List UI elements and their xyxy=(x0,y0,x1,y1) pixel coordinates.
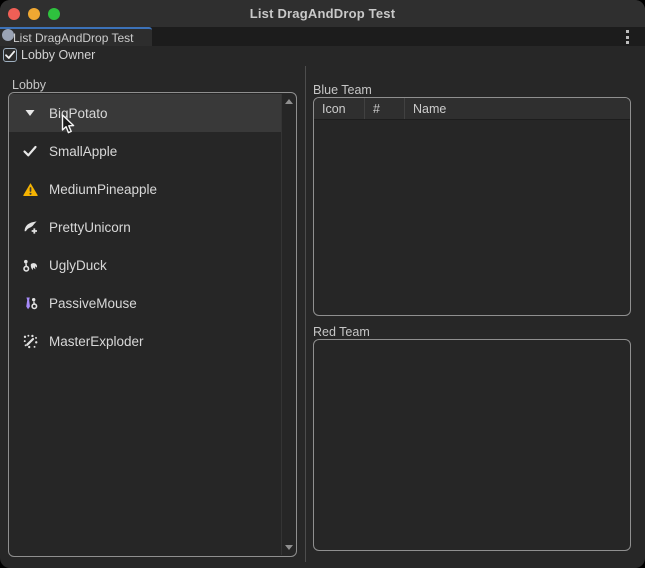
checkbox-checked-icon[interactable] xyxy=(3,48,17,62)
blue-team-label: Blue Team xyxy=(313,83,372,97)
lobby-listview[interactable]: BigPotato SmallApple xyxy=(8,92,297,557)
pane-splitter[interactable] xyxy=(305,66,306,562)
list-item-bigpotato[interactable]: BigPotato xyxy=(9,94,281,132)
list-item-label: SmallApple xyxy=(49,144,117,159)
list-item-passivemouse[interactable]: PassiveMouse xyxy=(9,284,281,322)
column-header-icon[interactable]: Icon xyxy=(314,98,365,119)
list-item-label: PassiveMouse xyxy=(49,296,137,311)
blue-team-header: Icon # Name xyxy=(314,98,630,120)
lobby-owner-toggle[interactable]: Lobby Owner xyxy=(3,48,95,62)
ik-rig-icon xyxy=(21,256,39,274)
list-item-masterexploder[interactable]: MasterExploder xyxy=(9,322,281,360)
list-item-label: BigPotato xyxy=(49,106,108,121)
red-team-drop-area[interactable] xyxy=(314,340,630,550)
app-window: List DragAndDrop Test List DragAndDrop T… xyxy=(0,0,645,568)
avatar-add-icon xyxy=(21,218,39,236)
list-item-label: MasterExploder xyxy=(49,334,144,349)
list-item-label: PrettyUnicorn xyxy=(49,220,131,235)
constraint-icon xyxy=(21,294,39,312)
blue-team-drop-area[interactable] xyxy=(314,120,630,315)
column-header-number[interactable]: # xyxy=(365,98,405,119)
kebab-dot xyxy=(626,36,629,39)
list-item-label: UglyDuck xyxy=(49,258,107,273)
screenshot-stage: List DragAndDrop Test List DragAndDrop T… xyxy=(0,0,645,568)
lobby-pane-label: Lobby xyxy=(12,78,46,92)
particle-burst-icon xyxy=(21,332,39,350)
kebab-dot xyxy=(626,41,629,44)
minimize-button[interactable] xyxy=(28,8,40,20)
list-item-prettyunicorn[interactable]: PrettyUnicorn xyxy=(9,208,281,246)
checkmark-icon xyxy=(21,142,39,160)
window-title: List DragAndDrop Test xyxy=(250,6,396,21)
tab-bar: List DragAndDrop Test xyxy=(0,27,645,46)
more-menu-button[interactable] xyxy=(621,30,633,44)
dropdown-triangle-icon xyxy=(21,104,39,122)
lobby-owner-label: Lobby Owner xyxy=(21,48,95,62)
tab-label: List DragAndDrop Test xyxy=(13,31,134,45)
scroll-down-arrow-icon[interactable] xyxy=(285,545,293,550)
blue-team-listview[interactable]: Icon # Name xyxy=(313,97,631,316)
kebab-dot xyxy=(626,30,629,33)
lobby-scrollbar[interactable] xyxy=(281,94,295,555)
titlebar[interactable]: List DragAndDrop Test xyxy=(0,0,645,27)
tab-drag-dot-icon xyxy=(2,29,14,41)
close-button[interactable] xyxy=(8,8,20,20)
list-item-label: MediumPineapple xyxy=(49,182,157,197)
list-item-smallapple[interactable]: SmallApple xyxy=(9,132,281,170)
lobby-rows: BigPotato SmallApple xyxy=(9,94,281,360)
red-team-listview[interactable] xyxy=(313,339,631,551)
red-team-label: Red Team xyxy=(313,325,370,339)
window-controls xyxy=(8,8,60,20)
warning-triangle-icon xyxy=(21,180,39,198)
tab-list-draganddrop-test[interactable]: List DragAndDrop Test xyxy=(0,27,152,46)
list-item-mediumpineapple[interactable]: MediumPineapple xyxy=(9,170,281,208)
zoom-button[interactable] xyxy=(48,8,60,20)
list-item-uglyduck[interactable]: UglyDuck xyxy=(9,246,281,284)
scroll-up-arrow-icon[interactable] xyxy=(285,99,293,104)
column-header-name[interactable]: Name xyxy=(405,98,630,119)
